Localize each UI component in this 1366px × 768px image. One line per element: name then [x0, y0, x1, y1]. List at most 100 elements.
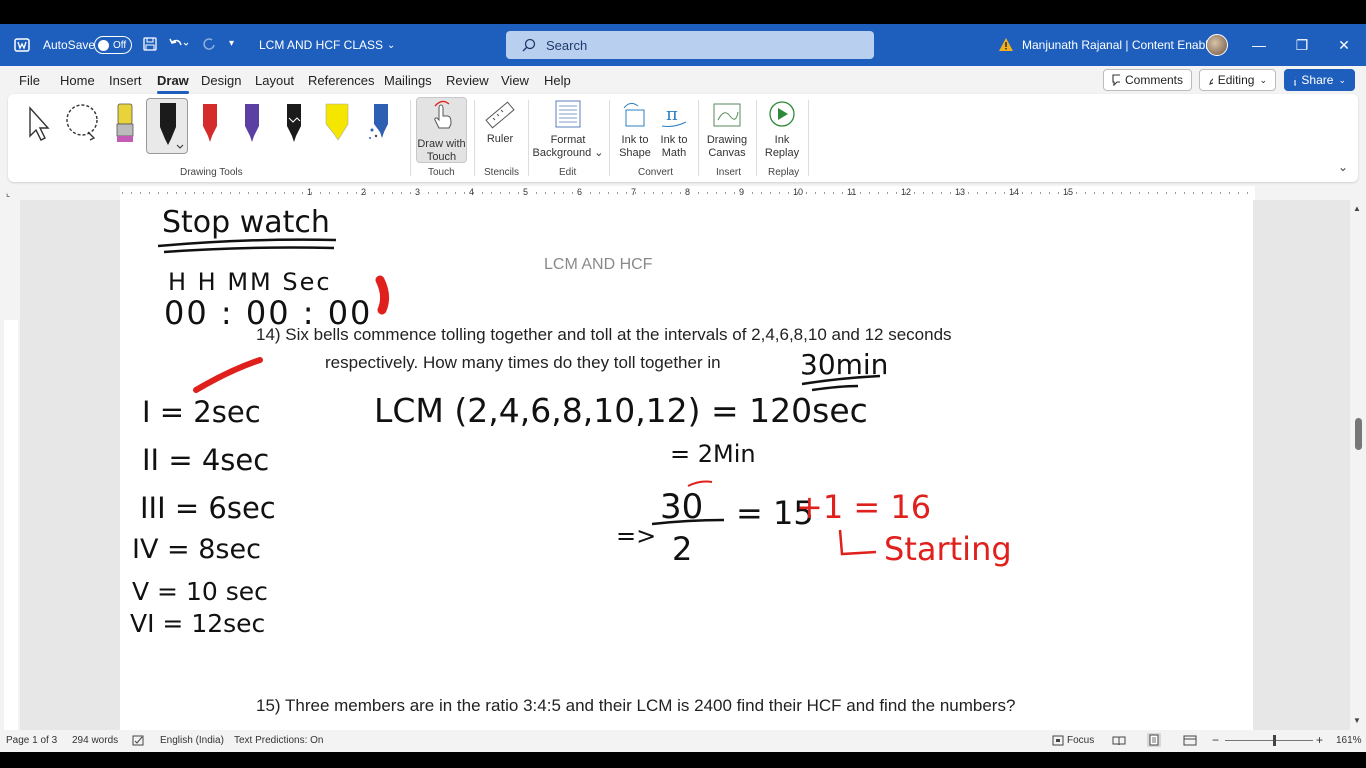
- avatar[interactable]: [1206, 34, 1228, 56]
- ruler-scale[interactable]: 123456789101112131415: [120, 186, 1255, 200]
- ruler-tick: [770, 192, 771, 194]
- ink-to-math-button[interactable]: π Ink to Math: [654, 98, 694, 160]
- ruler-button[interactable]: Ruler: [478, 98, 522, 145]
- ruler-tick: [1112, 192, 1113, 194]
- focus-icon[interactable]: [1052, 735, 1064, 749]
- autosave-toggle[interactable]: Off: [94, 36, 132, 54]
- share-label: Share: [1301, 73, 1334, 87]
- warning-icon[interactable]: [998, 37, 1014, 52]
- drawing-canvas-button[interactable]: Drawing Canvas: [702, 98, 752, 160]
- web-layout-icon[interactable]: [1183, 735, 1197, 749]
- ruler-tick: [1211, 192, 1212, 194]
- ruler-tick: [1220, 192, 1221, 194]
- proofing-icon[interactable]: [132, 735, 145, 749]
- tab-design[interactable]: Design: [201, 73, 241, 88]
- print-layout-icon[interactable]: [1147, 733, 1161, 747]
- ruler-tick: [419, 192, 420, 194]
- search-box[interactable]: Search: [506, 31, 874, 59]
- highlighter-pen-icon[interactable]: [109, 100, 139, 146]
- tab-view[interactable]: View: [501, 73, 529, 88]
- draw-with-touch-label2: Touch: [426, 151, 457, 163]
- format-background-button[interactable]: Format Background ⌄: [532, 98, 604, 160]
- collapse-ribbon-icon[interactable]: ⌄: [1338, 160, 1348, 174]
- group-separator: [808, 100, 809, 176]
- ruler-tick: [536, 192, 537, 194]
- read-mode-icon[interactable]: [1112, 735, 1126, 749]
- red-pen-icon[interactable]: [195, 100, 225, 146]
- vertical-scrollbar[interactable]: ▲ ▼: [1350, 200, 1366, 730]
- ruler-tick: [1229, 192, 1230, 194]
- focus-button[interactable]: Focus: [1067, 735, 1094, 746]
- scrollbar-thumb[interactable]: [1355, 418, 1362, 450]
- chevron-down-icon: ⌄: [1259, 74, 1267, 85]
- minimize-button[interactable]: —: [1237, 24, 1281, 66]
- tab-references[interactable]: References: [308, 73, 374, 88]
- pen-selected[interactable]: [146, 98, 188, 154]
- format-bg-label1: Format: [550, 134, 586, 146]
- ruler-tick: [752, 192, 753, 194]
- document-area[interactable]: LCM AND HCF 14) Six bells commence tolli…: [20, 200, 1350, 730]
- ruler-tick: [338, 192, 339, 194]
- ink-fraction-den: 2: [672, 530, 692, 568]
- ruler-tick: [1094, 192, 1095, 194]
- ruler-tick: [815, 192, 816, 194]
- tab-mailings[interactable]: Mailings: [384, 73, 432, 88]
- restore-button[interactable]: ❐: [1280, 24, 1324, 66]
- ruler-tick: [320, 192, 321, 194]
- ruler-tick: [671, 192, 672, 194]
- draw-with-touch-button[interactable]: Draw with Touch: [416, 97, 467, 163]
- select-tool-icon[interactable]: [22, 102, 54, 142]
- save-icon[interactable]: [142, 36, 158, 52]
- scroll-up-icon[interactable]: ▲: [1353, 204, 1361, 213]
- word-count[interactable]: 294 words: [72, 735, 118, 746]
- redo-icon[interactable]: [201, 36, 217, 52]
- tab-home[interactable]: Home: [60, 73, 95, 88]
- ruler-tick: [239, 192, 240, 194]
- editing-label: Editing: [1217, 73, 1255, 87]
- galaxy-pen-icon[interactable]: [364, 100, 394, 146]
- draw-with-touch-label1: Draw with: [417, 138, 466, 150]
- screen: AutoSave Off ▾ LCM AND HCF CLASS ⌄ Searc…: [0, 0, 1366, 768]
- page-count[interactable]: Page 1 of 3: [6, 735, 57, 746]
- ruler-tick: [1139, 192, 1140, 194]
- convert-group-label: Convert: [638, 167, 674, 178]
- yellow-highlighter-icon[interactable]: [322, 100, 352, 146]
- zoom-in-button[interactable]: +: [1316, 733, 1323, 747]
- zoom-slider[interactable]: [1225, 740, 1313, 741]
- close-button[interactable]: ✕: [1322, 24, 1366, 66]
- ruler-tick: [1076, 192, 1077, 194]
- ink-to-shape-button[interactable]: Ink to Shape: [614, 98, 656, 160]
- ruler-tick: [149, 192, 150, 194]
- lasso-select-icon[interactable]: [62, 102, 102, 142]
- tab-review[interactable]: Review: [446, 73, 489, 88]
- user-name[interactable]: Manjunath Rajanal | Content Enablers: [1022, 38, 1225, 52]
- zoom-level[interactable]: 161%: [1336, 735, 1362, 746]
- zoom-out-button[interactable]: −: [1212, 733, 1219, 747]
- search-placeholder: Search: [546, 37, 588, 53]
- document-page[interactable]: LCM AND HCF 14) Six bells commence tolli…: [120, 200, 1253, 730]
- tab-file[interactable]: File: [19, 73, 40, 88]
- customize-toolbar-icon[interactable]: ▾: [229, 38, 234, 49]
- language[interactable]: English (India): [160, 735, 224, 746]
- undo-icon[interactable]: [167, 36, 189, 52]
- ruler-tick: [1148, 192, 1149, 194]
- ruler-tick: [1058, 192, 1059, 194]
- editing-button[interactable]: Editing ⌄: [1199, 69, 1276, 91]
- ink-replay-button[interactable]: Ink Replay: [760, 98, 804, 160]
- tab-selector-icon[interactable]: ⌞: [6, 188, 10, 199]
- tab-insert[interactable]: Insert: [109, 73, 142, 88]
- comments-button[interactable]: Comments: [1103, 69, 1192, 91]
- tab-help[interactable]: Help: [544, 73, 571, 88]
- share-button[interactable]: Share ⌄: [1284, 69, 1355, 91]
- tab-layout[interactable]: Layout: [255, 73, 294, 88]
- zoom-slider-thumb[interactable]: [1273, 735, 1276, 746]
- ruler-tick: [455, 192, 456, 194]
- document-title[interactable]: LCM AND HCF CLASS ⌄: [259, 38, 395, 52]
- black-pen-icon[interactable]: [279, 100, 309, 146]
- scroll-down-icon[interactable]: ▼: [1353, 716, 1361, 725]
- text-predictions[interactable]: Text Predictions: On: [234, 735, 323, 746]
- tab-draw[interactable]: Draw: [157, 73, 189, 94]
- ruler-tick: [1103, 192, 1104, 194]
- ruler-tick: [383, 192, 384, 194]
- purple-pen-icon[interactable]: [237, 100, 267, 146]
